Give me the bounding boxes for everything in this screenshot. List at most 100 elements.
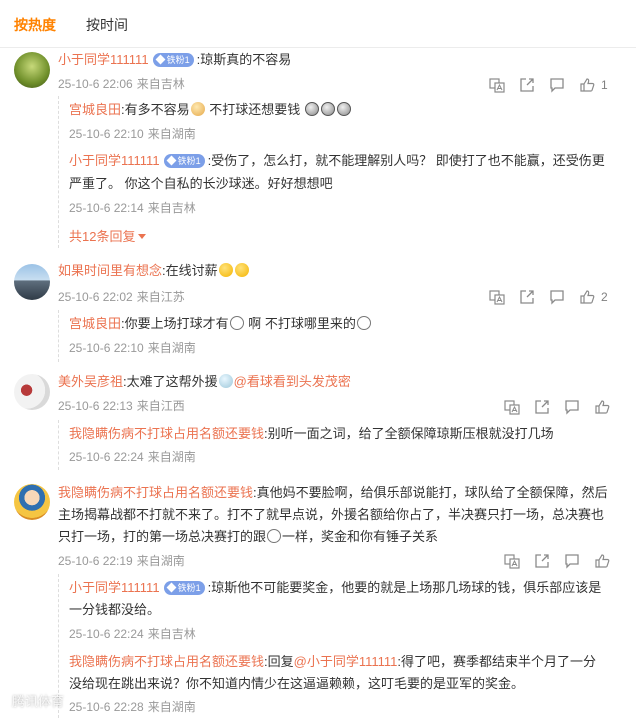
chevron-down-icon bbox=[138, 234, 147, 239]
like-icon[interactable] bbox=[579, 289, 595, 305]
like-icon[interactable] bbox=[594, 399, 610, 415]
replies: 宫城良田:有多不容易 不打球还想要钱 25-10-6 22:10 来自湖南 小于同… bbox=[58, 96, 628, 248]
location: 来自湖南 bbox=[147, 700, 196, 714]
location: 来自吉林 bbox=[136, 77, 185, 91]
like-icon[interactable] bbox=[579, 77, 595, 93]
comment-actions: 1 bbox=[489, 76, 608, 94]
reply-meta: 25-10-6 22:10 来自湖南 bbox=[69, 339, 196, 357]
poop-emoji-icon bbox=[267, 529, 282, 543]
laughing-emoji-icon bbox=[234, 263, 249, 277]
avatar[interactable] bbox=[14, 52, 50, 88]
comment-icon[interactable] bbox=[549, 289, 565, 305]
laughing-emoji-icon bbox=[218, 263, 233, 277]
username[interactable]: 我隐瞒伤病不打球占用名额还要钱 bbox=[69, 426, 264, 441]
timestamp: 25-10-6 22:24 bbox=[69, 627, 144, 641]
comment-icon[interactable] bbox=[549, 77, 565, 93]
translate-icon[interactable] bbox=[489, 289, 505, 305]
timestamp: 25-10-6 22:19 bbox=[58, 554, 133, 568]
avatar[interactable] bbox=[14, 484, 50, 520]
like-count: 2 bbox=[601, 290, 608, 304]
location: 来自湖南 bbox=[147, 450, 196, 464]
avatar[interactable] bbox=[14, 264, 50, 300]
username[interactable]: 我隐瞒伤病不打球占用名额还要钱 bbox=[58, 485, 253, 500]
comment-meta: 25-10-6 22:19 来自湖南 bbox=[58, 552, 185, 570]
avatar[interactable] bbox=[14, 374, 50, 410]
username[interactable]: 小于同学111111 bbox=[69, 580, 160, 595]
timestamp: 25-10-6 22:06 bbox=[58, 77, 133, 91]
share-icon[interactable] bbox=[519, 77, 535, 93]
reply-item: 宫城良田:有多不容易 不打球还想要钱 bbox=[69, 100, 352, 120]
reply-item: 小于同学111111 铁粉1:琼斯他不可能要奖金，他要的就是上场那几场球的钱，俱乐… bbox=[69, 580, 602, 595]
replies: 宫城良田:你要上场打球才有 啊 不打球哪里来的 25-10-6 22:10 来自湖… bbox=[58, 310, 628, 362]
comment-actions: 2 bbox=[489, 288, 608, 306]
like-icon[interactable] bbox=[594, 553, 610, 569]
comment-icon[interactable] bbox=[564, 399, 580, 415]
reply-text-cont: 一分钱都没给。 bbox=[69, 602, 161, 617]
timestamp: 25-10-6 22:10 bbox=[69, 341, 144, 355]
like-count: 1 bbox=[601, 78, 608, 92]
share-icon[interactable] bbox=[519, 289, 535, 305]
mention-link[interactable]: @小于同学111111 bbox=[294, 654, 398, 669]
share-icon[interactable] bbox=[534, 553, 550, 569]
crying-emoji-icon bbox=[320, 102, 335, 116]
reply-item: 小于同学111111 铁粉1:受伤了，怎么打，就不能理解别人吗？ 即使打了也不能赢… bbox=[69, 153, 605, 168]
money-bag-icon bbox=[356, 316, 371, 330]
username[interactable]: 我隐瞒伤病不打球占用名额还要钱 bbox=[69, 654, 264, 669]
location: 来自湖南 bbox=[136, 554, 185, 568]
reply-item: 我隐瞒伤病不打球占用名额还要钱:回复@小于同学111111:得了吧，赛季都结束半… bbox=[69, 654, 597, 669]
comment-item: 美外吴彦祖:太难了这帮外援 @看球看到头发茂密 25-10-6 22:13 来自江西… bbox=[0, 370, 636, 470]
replies: 小于同学111111 铁粉1:琼斯他不可能要奖金，他要的就是上场那几场球的钱，俱乐… bbox=[58, 574, 628, 718]
reply-meta: 25-10-6 22:14 来自吉林 bbox=[69, 199, 196, 217]
comment-text-cont: 只打一场，打的第一场总决赛打的跟 一样，奖金和你有锤子关系 bbox=[58, 529, 439, 544]
tab-by-popularity[interactable]: 按热度 bbox=[14, 16, 56, 34]
fan-badge: 铁粉1 bbox=[152, 52, 194, 67]
more-replies-button[interactable]: 共12条回复 bbox=[69, 228, 147, 246]
username[interactable]: 小于同学111111 bbox=[69, 153, 160, 168]
crying-emoji-icon bbox=[336, 102, 351, 116]
translate-icon[interactable] bbox=[489, 77, 505, 93]
reply-meta: 25-10-6 22:10 来自湖南 bbox=[69, 125, 196, 143]
tab-by-time[interactable]: 按时间 bbox=[86, 16, 128, 34]
comment-meta: 25-10-6 22:13 来自江西 bbox=[58, 397, 185, 415]
reply-item: 我隐瞒伤病不打球占用名额还要钱:别听一面之词，给了全额保障琼斯压根就没打几场 bbox=[69, 426, 554, 441]
username[interactable]: 美外吴彦祖 bbox=[58, 374, 123, 389]
mention-link[interactable]: @看球看到头发茂密 bbox=[234, 374, 351, 389]
username[interactable]: 如果时间里有想念 bbox=[58, 263, 162, 278]
timestamp: 25-10-6 22:13 bbox=[58, 399, 133, 413]
reply-meta: 25-10-6 22:24 来自吉林 bbox=[69, 625, 196, 643]
fan-badge: 铁粉1 bbox=[163, 580, 205, 595]
timestamp: 25-10-6 22:28 bbox=[69, 700, 144, 714]
reply-text-cont: 没给现在跳出来说？你不知道内情少在这逼逼赖赖，这叮毛要的是亚军的奖金。 bbox=[69, 676, 525, 691]
location: 来自湖南 bbox=[147, 127, 196, 141]
emoji-icon bbox=[218, 374, 233, 388]
reply-item: 宫城良田:你要上场打球才有 啊 不打球哪里来的 bbox=[69, 314, 372, 334]
comment-text: :在线讨薪 bbox=[162, 263, 218, 278]
money-bag-icon bbox=[229, 316, 244, 330]
timestamp: 25-10-6 22:24 bbox=[69, 450, 144, 464]
location: 来自湖南 bbox=[147, 341, 196, 355]
comment-text: :真他妈不要脸啊，给俱乐部说能打，球队给了全额保障，然后 bbox=[253, 485, 608, 500]
comment-text-cont: 主场揭幕战都不打就不来了。打不了就早点说，外援名额给你占了，半决赛只打一场，总决… bbox=[58, 507, 605, 522]
username[interactable]: 小于同学111111 bbox=[58, 52, 149, 67]
cat-emoji-icon bbox=[190, 102, 205, 116]
location: 来自吉林 bbox=[147, 627, 196, 641]
comment-item: 小于同学111111 铁粉1:琼斯真的不容易 25-10-6 22:06 来自吉林 … bbox=[0, 48, 636, 254]
timestamp: 25-10-6 22:02 bbox=[58, 290, 133, 304]
reply-meta: 25-10-6 22:28 来自湖南 bbox=[69, 698, 196, 716]
timestamp: 25-10-6 22:14 bbox=[69, 201, 144, 215]
comment-actions bbox=[504, 552, 616, 570]
reply-text-cont: 严重了。 你这个自私的长沙球迷。好好想想吧 bbox=[69, 176, 333, 191]
comment-text: :太难了这帮外援 bbox=[123, 374, 218, 389]
fan-badge: 铁粉1 bbox=[163, 153, 205, 168]
comment-icon[interactable] bbox=[564, 553, 580, 569]
comment-item: 我隐瞒伤病不打球占用名额还要钱:真他妈不要脸啊，给俱乐部说能打，球队给了全额保障… bbox=[0, 480, 636, 718]
location: 来自江苏 bbox=[136, 290, 185, 304]
username[interactable]: 宫城良田 bbox=[69, 316, 121, 331]
comment-header: 我隐瞒伤病不打球占用名额还要钱:真他妈不要脸啊，给俱乐部说能打，球队给了全额保障… bbox=[58, 483, 608, 503]
share-icon[interactable] bbox=[534, 399, 550, 415]
username[interactable]: 宫城良田 bbox=[69, 102, 121, 117]
comment-header: 美外吴彦祖:太难了这帮外援 @看球看到头发茂密 bbox=[58, 372, 351, 392]
translate-icon[interactable] bbox=[504, 399, 520, 415]
translate-icon[interactable] bbox=[504, 553, 520, 569]
comment-text: :琼斯真的不容易 bbox=[196, 52, 292, 67]
